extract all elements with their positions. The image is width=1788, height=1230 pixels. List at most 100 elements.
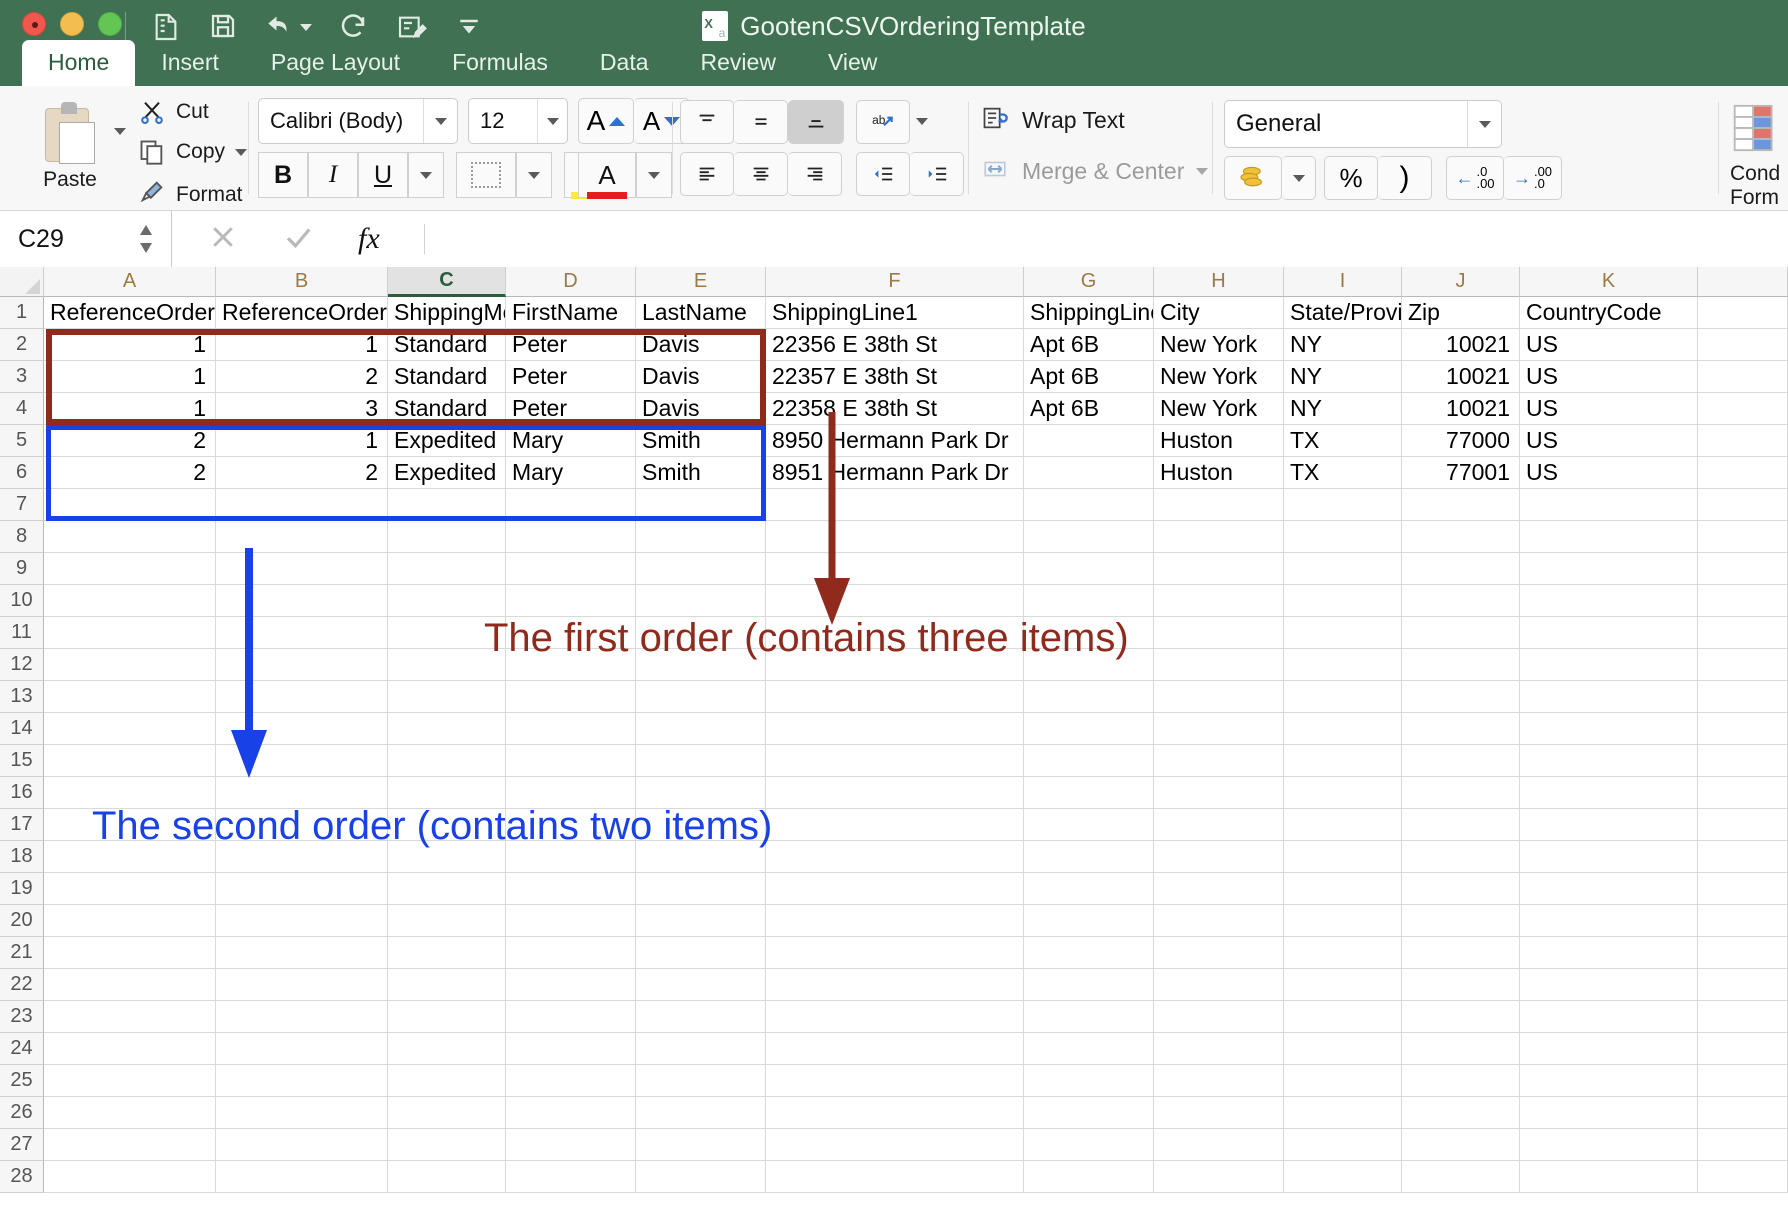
row-header-19[interactable]: 19 bbox=[0, 873, 44, 905]
cell-overflow-16[interactable] bbox=[1698, 777, 1788, 809]
cell-K17[interactable] bbox=[1520, 809, 1698, 841]
cell-A14[interactable] bbox=[44, 713, 216, 745]
cell-overflow-10[interactable] bbox=[1698, 585, 1788, 617]
cell-overflow-14[interactable] bbox=[1698, 713, 1788, 745]
cell-F22[interactable] bbox=[766, 969, 1024, 1001]
cell-overflow-27[interactable] bbox=[1698, 1129, 1788, 1161]
cell-I12[interactable] bbox=[1284, 649, 1402, 681]
cell-G1[interactable]: ShippingLine bbox=[1024, 297, 1154, 329]
cell-D23[interactable] bbox=[506, 1001, 636, 1033]
cell-A25[interactable] bbox=[44, 1065, 216, 1097]
cell-C1[interactable]: ShippingMet bbox=[388, 297, 506, 329]
row-header-28[interactable]: 28 bbox=[0, 1161, 44, 1193]
cell-G13[interactable] bbox=[1024, 681, 1154, 713]
cell-F28[interactable] bbox=[766, 1161, 1024, 1193]
check-icon[interactable] bbox=[282, 222, 314, 257]
percent-style-button[interactable]: % bbox=[1324, 156, 1378, 200]
cell-D26[interactable] bbox=[506, 1097, 636, 1129]
cell-C26[interactable] bbox=[388, 1097, 506, 1129]
align-left-button[interactable] bbox=[680, 152, 734, 196]
cell-C20[interactable] bbox=[388, 905, 506, 937]
cell-C10[interactable] bbox=[388, 585, 506, 617]
cell-H12[interactable] bbox=[1154, 649, 1284, 681]
cell-I4[interactable]: NY bbox=[1284, 393, 1402, 425]
cell-C14[interactable] bbox=[388, 713, 506, 745]
column-header-e[interactable]: E bbox=[636, 267, 766, 297]
borders-button[interactable] bbox=[456, 152, 516, 198]
cell-D1[interactable]: FirstName bbox=[506, 297, 636, 329]
cell-E10[interactable] bbox=[636, 585, 766, 617]
cell-I3[interactable]: NY bbox=[1284, 361, 1402, 393]
increase-font-size-button[interactable]: A bbox=[578, 98, 634, 144]
cell-G8[interactable] bbox=[1024, 521, 1154, 553]
cell-K14[interactable] bbox=[1520, 713, 1698, 745]
cell-overflow-7[interactable] bbox=[1698, 489, 1788, 521]
row-header-17[interactable]: 17 bbox=[0, 809, 44, 841]
cell-J5[interactable]: 77000 bbox=[1402, 425, 1520, 457]
cell-D21[interactable] bbox=[506, 937, 636, 969]
tab-formulas[interactable]: Formulas bbox=[426, 40, 574, 86]
cell-K24[interactable] bbox=[1520, 1033, 1698, 1065]
row-header-23[interactable]: 23 bbox=[0, 1001, 44, 1033]
cell-G3[interactable]: Apt 6B bbox=[1024, 361, 1154, 393]
cell-K1[interactable]: CountryCode bbox=[1520, 297, 1698, 329]
column-header-a[interactable]: A bbox=[44, 267, 216, 297]
row-header-5[interactable]: 5 bbox=[0, 425, 44, 457]
cell-F17[interactable] bbox=[766, 809, 1024, 841]
cell-J12[interactable] bbox=[1402, 649, 1520, 681]
cell-G24[interactable] bbox=[1024, 1033, 1154, 1065]
align-middle-button[interactable] bbox=[734, 100, 788, 144]
cancel-icon[interactable] bbox=[208, 222, 238, 257]
row-header-2[interactable]: 2 bbox=[0, 329, 44, 361]
cell-F21[interactable] bbox=[766, 937, 1024, 969]
row-header-27[interactable]: 27 bbox=[0, 1129, 44, 1161]
cell-G15[interactable] bbox=[1024, 745, 1154, 777]
cell-A24[interactable] bbox=[44, 1033, 216, 1065]
cell-A9[interactable] bbox=[44, 553, 216, 585]
cell-A22[interactable] bbox=[44, 969, 216, 1001]
cell-G4[interactable]: Apt 6B bbox=[1024, 393, 1154, 425]
cell-J10[interactable] bbox=[1402, 585, 1520, 617]
cell-K26[interactable] bbox=[1520, 1097, 1698, 1129]
cell-B25[interactable] bbox=[216, 1065, 388, 1097]
cell-K11[interactable] bbox=[1520, 617, 1698, 649]
cell-H19[interactable] bbox=[1154, 873, 1284, 905]
cell-C19[interactable] bbox=[388, 873, 506, 905]
cell-B21[interactable] bbox=[216, 937, 388, 969]
tab-view[interactable]: View bbox=[802, 40, 903, 86]
cell-B15[interactable] bbox=[216, 745, 388, 777]
increase-indent-button[interactable] bbox=[910, 152, 964, 196]
cell-G26[interactable] bbox=[1024, 1097, 1154, 1129]
spreadsheet-grid[interactable]: A B C D E F G H I J K 1 ReferenceOrder ReferenceOrder… bbox=[0, 267, 1788, 1230]
cell-J6[interactable]: 77001 bbox=[1402, 457, 1520, 489]
cell-overflow-21[interactable] bbox=[1698, 937, 1788, 969]
cell-G23[interactable] bbox=[1024, 1001, 1154, 1033]
cell-overflow-17[interactable] bbox=[1698, 809, 1788, 841]
cell-C24[interactable] bbox=[388, 1033, 506, 1065]
cell-K18[interactable] bbox=[1520, 841, 1698, 873]
cell-I1[interactable]: State/Provin bbox=[1284, 297, 1402, 329]
cell-I16[interactable] bbox=[1284, 777, 1402, 809]
cell-K28[interactable] bbox=[1520, 1161, 1698, 1193]
cell-G9[interactable] bbox=[1024, 553, 1154, 585]
cell-J1[interactable]: Zip bbox=[1402, 297, 1520, 329]
tab-insert[interactable]: Insert bbox=[135, 40, 245, 86]
column-header-d[interactable]: D bbox=[506, 267, 636, 297]
cell-H7[interactable] bbox=[1154, 489, 1284, 521]
row-header-24[interactable]: 24 bbox=[0, 1033, 44, 1065]
cell-H21[interactable] bbox=[1154, 937, 1284, 969]
cell-G27[interactable] bbox=[1024, 1129, 1154, 1161]
cut-button[interactable]: Cut bbox=[138, 98, 209, 126]
cell-overflow-11[interactable] bbox=[1698, 617, 1788, 649]
cell-K21[interactable] bbox=[1520, 937, 1698, 969]
cell-F13[interactable] bbox=[766, 681, 1024, 713]
row-header-20[interactable]: 20 bbox=[0, 905, 44, 937]
cell-overflow-22[interactable] bbox=[1698, 969, 1788, 1001]
formula-input-zone[interactable]: fx bbox=[172, 211, 1788, 267]
cell-I21[interactable] bbox=[1284, 937, 1402, 969]
cell-E15[interactable] bbox=[636, 745, 766, 777]
row-header-21[interactable]: 21 bbox=[0, 937, 44, 969]
row-header-15[interactable]: 15 bbox=[0, 745, 44, 777]
cell-K10[interactable] bbox=[1520, 585, 1698, 617]
row-header-1[interactable]: 1 bbox=[0, 297, 44, 329]
